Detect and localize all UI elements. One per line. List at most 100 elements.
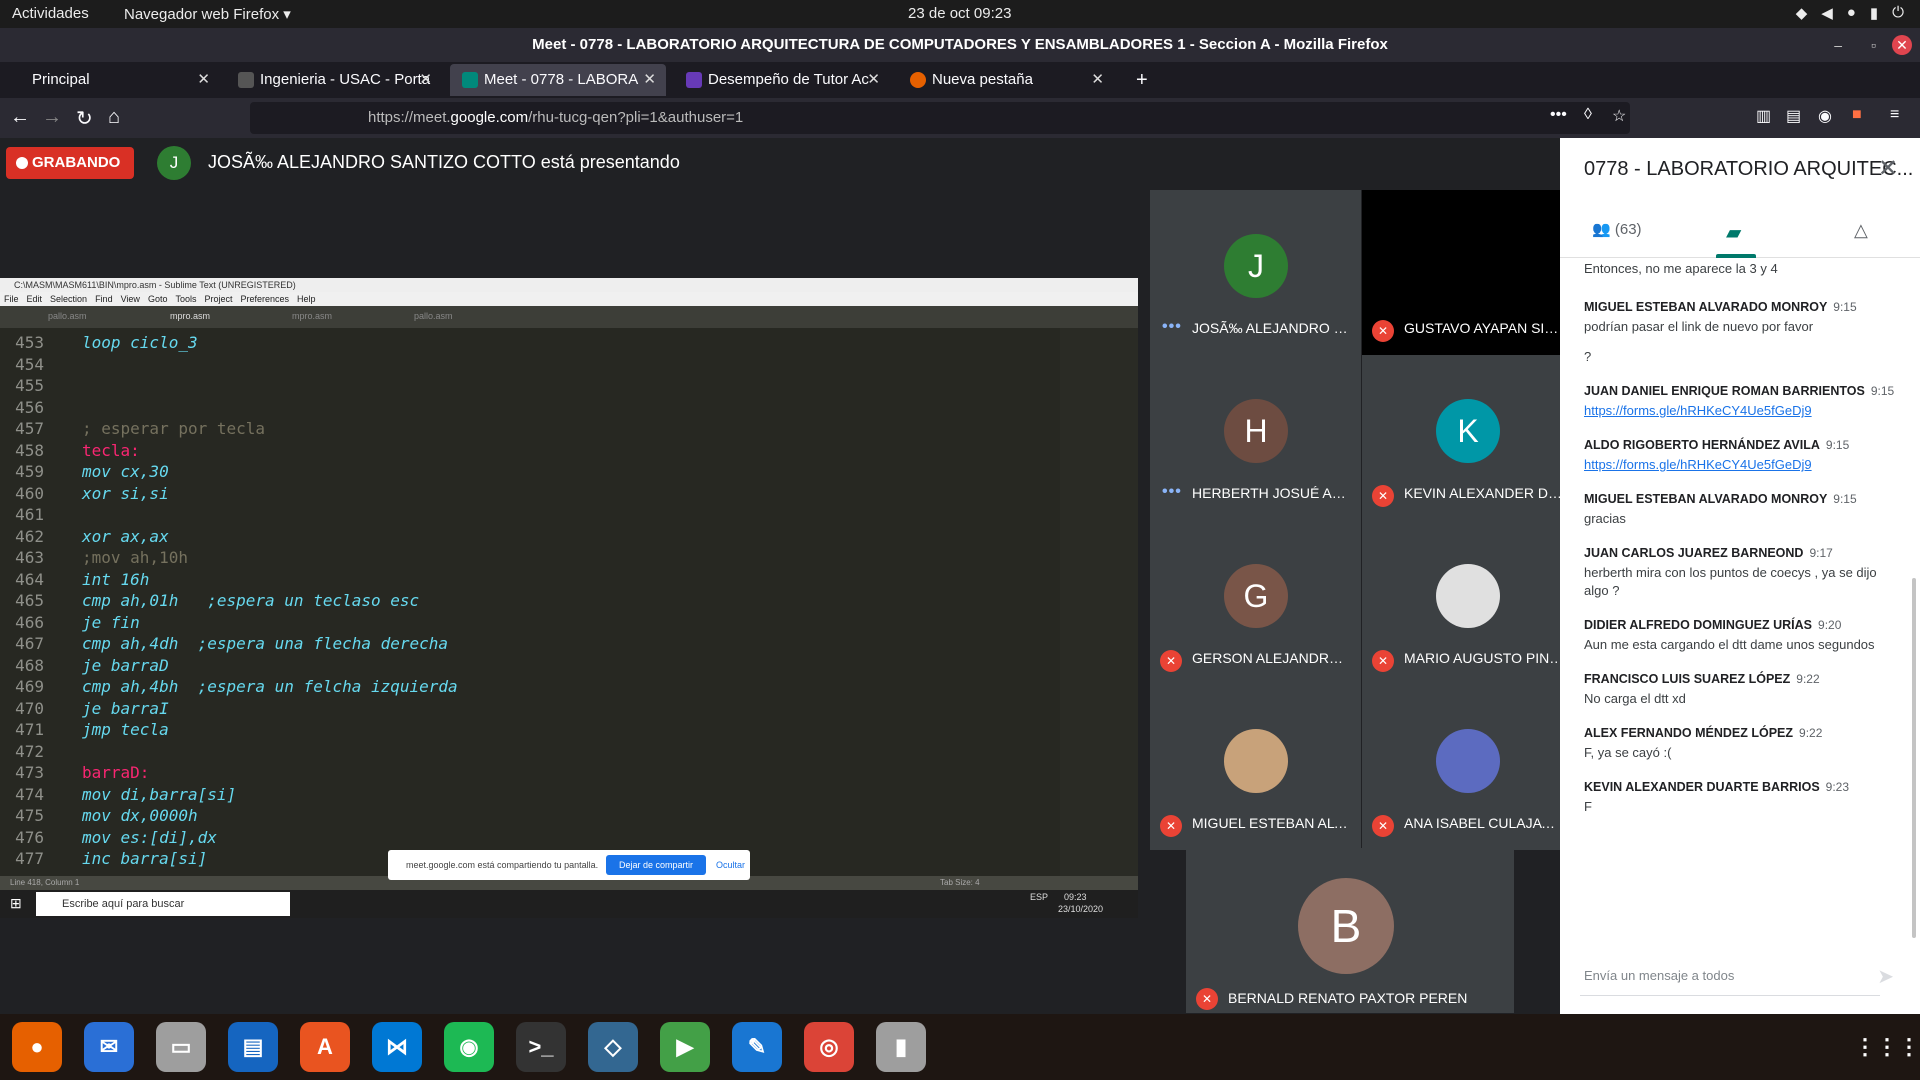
vscode-icon[interactable]: ⋈ [372, 1022, 422, 1072]
close-tab-icon[interactable]: ✕ [419, 64, 432, 96]
software-icon[interactable]: A [300, 1022, 350, 1072]
chrome-icon[interactable]: ◎ [804, 1022, 854, 1072]
back-icon[interactable]: ← [10, 106, 30, 129]
message-text: No carga el dtt xd [1584, 691, 1686, 706]
sender-name: JUAN DANIEL ENRIQUE ROMAN BARRIENTOS [1584, 384, 1865, 398]
maximize-icon[interactable]: ▫ [1871, 28, 1876, 62]
chat-icon[interactable]: ▰ [1726, 220, 1741, 245]
speaking-indicator-icon: ••• [1162, 318, 1182, 335]
muted-mic-icon: ✕ [1372, 320, 1394, 342]
close-tab-icon[interactable]: ✕ [197, 64, 210, 96]
url-prefix: https://meet. [368, 109, 451, 126]
extension-icon[interactable]: ■ [1852, 106, 1862, 124]
url-bar[interactable]: https://meet.google.com/rhu-tucg-qen?pli… [250, 102, 1630, 134]
line-number: 474 [15, 784, 44, 804]
participant-tile[interactable]: ✕ MARIO AUGUSTO PINE... [1362, 520, 1573, 685]
code-line: cmp ah,01h ;espera un teclaso esc [82, 591, 420, 610]
close-window-icon[interactable]: ✕ [1892, 35, 1912, 55]
code-area: 453 loop ciclo_3 454 455 456 457 ; esperar por… [0, 328, 1060, 876]
shared-screen: C:\MASM\MASM611\BIN\mpro.asm - Sublime T… [0, 278, 1138, 918]
window-titlebar: Meet - 0778 - LABORATORIO ARQUITECTURA D… [0, 28, 1920, 62]
firefox-icon[interactable]: ● [12, 1022, 62, 1072]
participant-tile[interactable]: K ✕ KEVIN ALEXANDER DU... [1362, 355, 1573, 520]
reload-icon[interactable]: ↻ [76, 106, 93, 131]
windows-clock: 09:23 [1064, 892, 1087, 902]
writer-icon[interactable]: ▤ [228, 1022, 278, 1072]
sender-name: DIDIER ALFREDO DOMINGUEZ URÍAS [1584, 618, 1813, 632]
message-link[interactable]: https://forms.gle/hRHKeCY4Ue5fGeDj9 [1584, 456, 1900, 474]
participant-tile[interactable]: ✕ MIGUEL ESTEBAN ALVA... [1150, 685, 1361, 850]
sender-name: MIGUEL ESTEBAN ALVARADO MONROY [1584, 300, 1828, 314]
system-tray[interactable]: ◆ ◀ ● ▮ ⏻ [1796, 4, 1904, 22]
minimize-icon[interactable]: – [1834, 28, 1842, 62]
participant-tile[interactable]: ✕ GUSTAVO AYAPAN SIN... [1362, 190, 1573, 355]
sender-name: JUAN CARLOS JUAREZ BARNEOND [1584, 546, 1804, 560]
editor-tab: pallo.asm [48, 311, 87, 321]
participant-tile[interactable]: J ••• JOSÃ‰ ALEJANDRO S... [1150, 190, 1361, 355]
files-icon[interactable]: ▭ [156, 1022, 206, 1072]
spotify-icon[interactable]: ◉ [444, 1022, 494, 1072]
text-editor-icon[interactable]: ✎ [732, 1022, 782, 1072]
sender-name: MIGUEL ESTEBAN ALVARADO MONROY [1584, 492, 1828, 506]
library-icon[interactable]: ▥ [1756, 106, 1771, 126]
terminal-icon[interactable]: >_ [516, 1022, 566, 1072]
windows-language: ESP [1030, 892, 1049, 902]
participant-tile[interactable]: B ✕ BERNALD RENATO PAXTOR PEREN [1186, 848, 1514, 1013]
message-time: 9:22 [1796, 672, 1820, 686]
app-menu[interactable]: Navegador web Firefox ▾ [124, 5, 291, 23]
message-link[interactable]: https://forms.gle/hRHKeCY4Ue5fGeDj9 [1584, 402, 1900, 420]
page-actions-icon[interactable]: ••• [1550, 106, 1567, 124]
tab-ingenieria[interactable]: Ingenieria - USAC - Porta ✕ [226, 64, 442, 96]
firefox-favicon [910, 72, 926, 89]
message-text: herberth mira con los puntos de coecys ,… [1584, 565, 1877, 598]
participant-name: JOSÃ‰ ALEJANDRO S... [1192, 320, 1352, 336]
participant-tile[interactable]: H ••• HERBERTH JOSUÉ ARG... [1150, 355, 1361, 520]
chat-scrollbar[interactable] [1912, 578, 1916, 938]
code-line: ;mov ah,10h [82, 548, 188, 567]
menu-icon[interactable]: ≡ [1890, 106, 1899, 124]
chat-input[interactable]: Envía un mensaje a todos [1580, 956, 1880, 996]
account-icon[interactable]: ◉ [1818, 106, 1832, 126]
thunderbird-icon[interactable]: ✉ [84, 1022, 134, 1072]
tab-desempeno[interactable]: Desempeño de Tutor Ac ✕ [674, 64, 890, 96]
tab-principal[interactable]: Principal ✕ [20, 64, 220, 96]
forward-icon[interactable]: → [42, 106, 62, 129]
chat-message: KEVIN ALEXANDER DUARTE BARRIOS 9:23 F [1584, 780, 1900, 816]
people-tab[interactable]: 👥 (63) [1592, 220, 1642, 238]
close-icon[interactable]: ✕ [1878, 154, 1898, 183]
pocket-icon[interactable]: ◊ [1584, 106, 1592, 124]
close-tab-icon[interactable]: ✕ [643, 64, 656, 96]
tab-meet[interactable]: Meet - 0778 - LABORA ✕ [450, 64, 666, 96]
close-tab-icon[interactable]: ✕ [867, 64, 880, 96]
activities-button[interactable]: Actividades [12, 5, 89, 22]
chat-message: MIGUEL ESTEBAN ALVARADO MONROY 9:15 podría… [1584, 300, 1900, 366]
chat-message: ALDO RIGOBERTO HERNÁNDEZ AVILA 9:15 https:… [1584, 438, 1900, 474]
participant-avatar: J [1224, 234, 1288, 298]
sender-name: ALEX FERNANDO MÉNDEZ LÓPEZ [1584, 726, 1794, 740]
chat-message: ALEX FERNANDO MÉNDEZ LÓPEZ 9:22 F, ya se c… [1584, 726, 1900, 762]
new-tab-button[interactable]: + [1124, 64, 1160, 96]
media-icon[interactable]: ▶ [660, 1022, 710, 1072]
app-grid-icon[interactable]: ⋮⋮⋮ [1854, 1022, 1920, 1072]
line-number: 473 [15, 763, 44, 782]
home-icon[interactable]: ⌂ [108, 106, 120, 129]
participant-tile[interactable]: ✕ ANA ISABEL CULAJAY ... [1362, 685, 1573, 850]
code-line: mov cx,30 [82, 462, 169, 481]
clock[interactable]: 23 de oct 09:23 [908, 5, 1011, 22]
sd-card-icon[interactable]: ▮ [876, 1022, 926, 1072]
menu-item: Project [204, 294, 233, 304]
line-number: 476 [15, 827, 44, 847]
send-icon[interactable]: ➤ [1877, 964, 1894, 989]
participant-tile[interactable]: G ✕ GERSON ALEJANDRO B... [1150, 520, 1361, 685]
windows-taskbar: ⊞ Escribe aquí para buscar ESP 09:23 23/… [0, 890, 1138, 918]
tab-nueva[interactable]: Nueva pestaña ✕ [898, 64, 1114, 96]
close-tab-icon[interactable]: ✕ [1091, 64, 1104, 96]
mysql-workbench-icon[interactable]: ◇ [588, 1022, 638, 1072]
sidebar-icon[interactable]: ▤ [1786, 106, 1801, 126]
line-number: 460 [15, 483, 44, 503]
activities-icon[interactable]: △ [1854, 220, 1868, 241]
participant-name: MARIO AUGUSTO PINE... [1404, 650, 1564, 666]
participant-name: KEVIN ALEXANDER DU... [1404, 485, 1564, 501]
bookmark-star-icon[interactable]: ☆ [1612, 106, 1626, 126]
line-number: 459 [15, 462, 44, 481]
